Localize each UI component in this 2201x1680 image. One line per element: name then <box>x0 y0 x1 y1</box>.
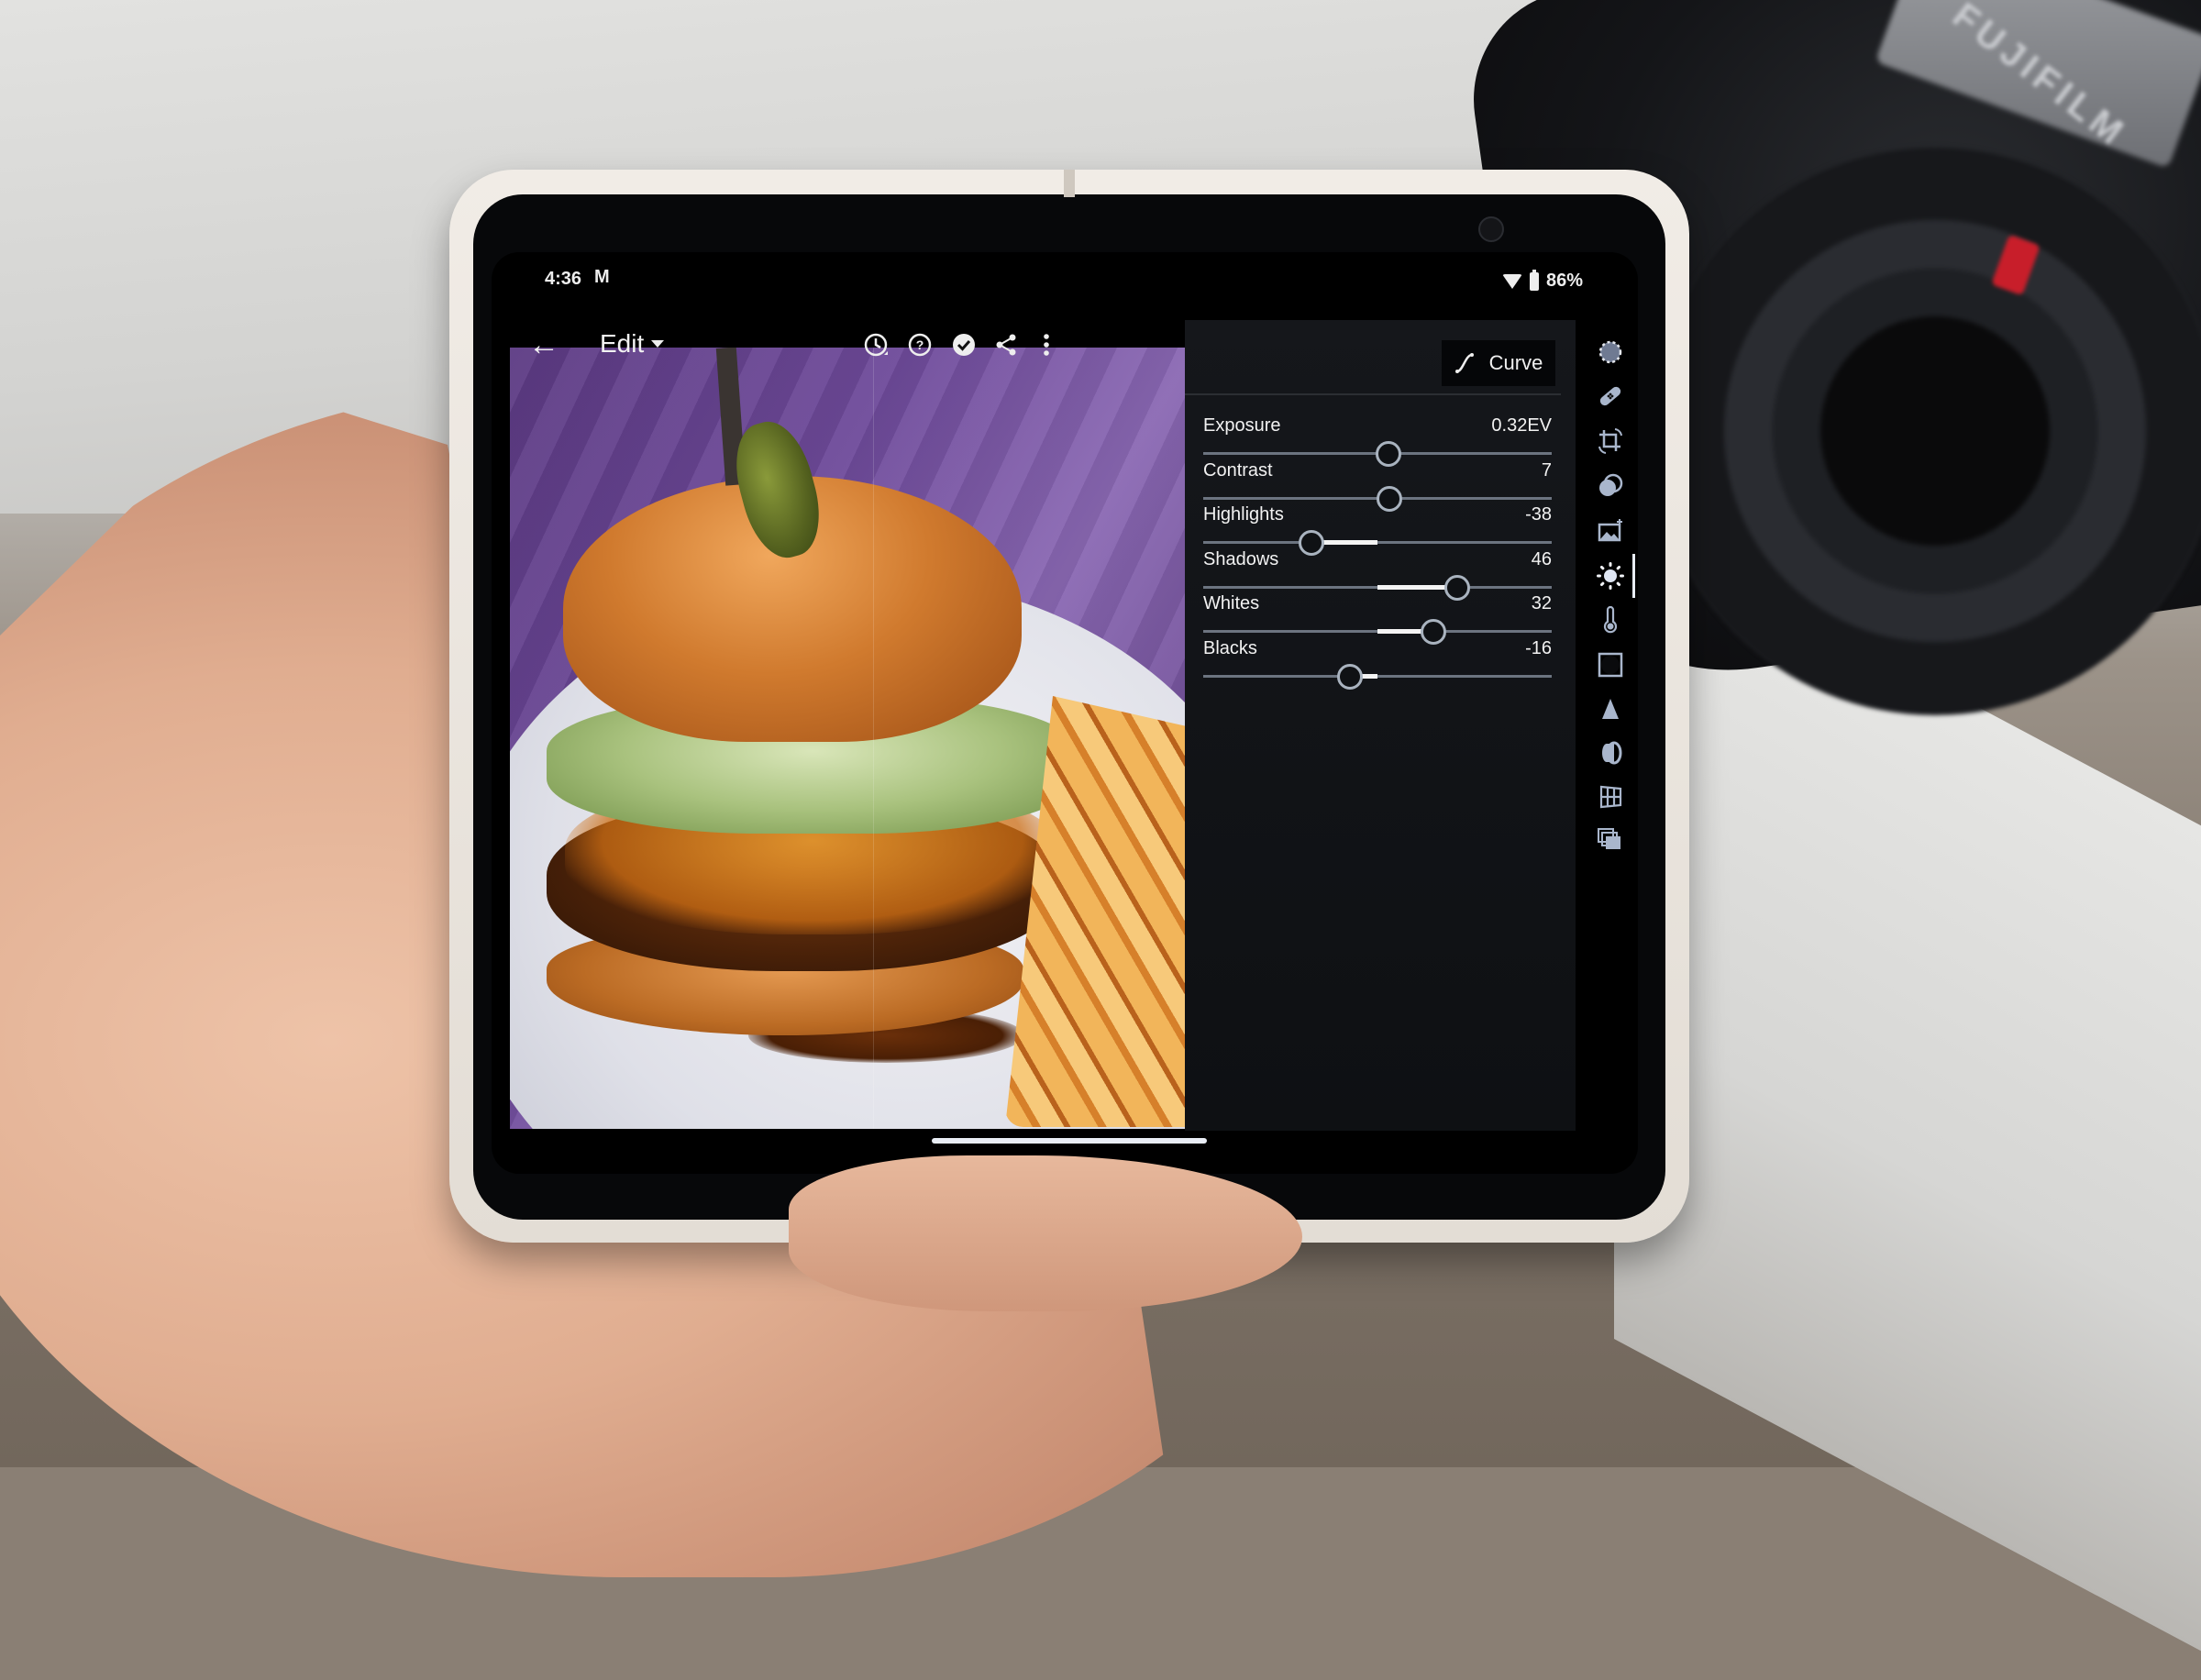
masking-icon <box>1599 473 1623 496</box>
photo-preview[interactable] <box>510 348 1200 1129</box>
versions-stack-icon <box>1598 828 1620 849</box>
tool-healing[interactable] <box>1592 378 1629 414</box>
status-bar: 4:36 M 86% <box>492 252 1638 316</box>
hinge-top <box>1064 170 1075 197</box>
tool-geometry[interactable] <box>1592 778 1629 814</box>
thumb <box>789 1155 1302 1311</box>
triangle-detail-icon <box>1602 699 1619 719</box>
tool-masking[interactable] <box>1592 468 1629 504</box>
help-icon: ? <box>908 333 932 357</box>
slider-track[interactable] <box>1203 441 1552 467</box>
slider-track[interactable] <box>1203 663 1552 690</box>
tool-optics[interactable] <box>1592 735 1629 771</box>
slider-label: Exposure <box>1203 415 1281 436</box>
history-button[interactable] <box>862 331 890 359</box>
tool-auto[interactable] <box>1592 513 1629 549</box>
slider-value[interactable]: 46 <box>1532 549 1552 570</box>
tool-detail[interactable] <box>1592 691 1629 727</box>
slider-value[interactable]: 32 <box>1532 593 1552 614</box>
done-button[interactable] <box>950 331 978 359</box>
svg-text:?: ? <box>916 337 924 352</box>
more-options-button[interactable] <box>1033 331 1060 359</box>
front-camera <box>1478 216 1504 242</box>
slider-track[interactable] <box>1203 574 1552 601</box>
geometry-grid-icon <box>1599 785 1622 809</box>
curve-button-label: Curve <box>1488 351 1543 374</box>
gmail-icon: M <box>594 267 610 287</box>
battery-icon <box>1529 269 1539 291</box>
home-indicator[interactable] <box>932 1138 1207 1144</box>
slider-track[interactable] <box>1203 530 1552 556</box>
lens-icon <box>1602 741 1622 765</box>
camera-lens <box>1651 147 2201 715</box>
share-icon <box>996 334 1016 356</box>
presets-dotted-circle-icon <box>1598 340 1622 364</box>
curve-icon <box>1454 353 1474 373</box>
app-toolbar: ← Edit ? <box>492 316 1185 375</box>
active-tool-indicator <box>1632 554 1635 598</box>
slider-label: Shadows <box>1203 548 1279 569</box>
tool-versions[interactable] <box>1592 821 1629 857</box>
sun-icon <box>1597 562 1624 590</box>
thermometer-icon <box>1603 605 1618 634</box>
light-edit-panel: Curve Exposure 0.32EV Contrast 7 Highlights -… <box>1185 320 1576 1131</box>
tool-crop[interactable] <box>1592 423 1629 459</box>
done-check-icon <box>953 334 975 356</box>
slider-blacks: Blacks -16 <box>1203 638 1552 706</box>
slider-thumb[interactable] <box>1336 663 1363 690</box>
curve-button[interactable]: Curve <box>1442 340 1555 386</box>
edit-mode-label: Edit <box>600 329 645 358</box>
phone-screen: 4:36 M 86% ← Edit ? Curve Exposure 0.32E… <box>492 252 1638 1174</box>
auto-enhance-image-icon <box>1598 519 1622 542</box>
back-button[interactable]: ← <box>528 329 559 360</box>
tool-color[interactable] <box>1592 602 1629 638</box>
status-indicators: 86% <box>1501 269 1583 292</box>
bandage-icon <box>1599 386 1621 406</box>
vignette-icon <box>1598 652 1623 678</box>
history-icon <box>864 333 888 357</box>
crop-rotate-icon <box>1598 428 1622 454</box>
slider-track[interactable] <box>1203 619 1552 645</box>
share-button[interactable] <box>992 331 1020 359</box>
edit-mode-dropdown[interactable]: Edit <box>600 329 665 359</box>
slider-track[interactable] <box>1203 485 1552 512</box>
more-vert-icon <box>1044 334 1049 356</box>
fold-crease <box>873 348 874 1129</box>
slider-label: Whites <box>1203 593 1260 613</box>
tool-presets[interactable] <box>1592 334 1629 370</box>
panel-header: Curve <box>1185 320 1561 395</box>
slider-value[interactable]: -16 <box>1525 638 1552 659</box>
wifi-icon <box>1501 273 1522 289</box>
tool-effects[interactable] <box>1592 647 1629 683</box>
slider-value[interactable]: 7 <box>1542 460 1552 481</box>
slider-label: Blacks <box>1203 637 1257 658</box>
caret-down-icon <box>651 340 665 348</box>
status-time: 4:36 <box>545 269 582 289</box>
slider-value[interactable]: -38 <box>1525 504 1552 525</box>
slider-label: Highlights <box>1203 504 1284 525</box>
arrow-left-icon: ← <box>528 327 559 362</box>
battery-level: 86% <box>1545 271 1583 291</box>
slider-value[interactable]: 0.32EV <box>1491 415 1552 437</box>
tool-rail <box>1585 320 1638 1131</box>
help-button[interactable]: ? <box>906 331 934 359</box>
tool-light[interactable] <box>1592 558 1629 594</box>
slider-label: Contrast <box>1203 459 1273 481</box>
